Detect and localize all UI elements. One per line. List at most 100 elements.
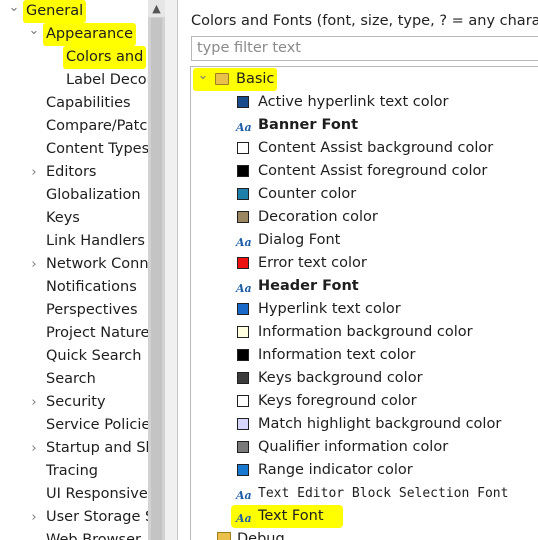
entry-label: Information background color — [258, 324, 473, 340]
entry-label: Text Editor Block Selection Font — [258, 486, 509, 501]
colors-fonts-page: Colors and Fonts (font, size, type, ? = … — [178, 0, 538, 540]
colors-fonts-tree: ⌄ Basic Active hyperlink text color Aa Banne… — [190, 66, 538, 540]
tree-item[interactable]: Compare/Patch — [46, 115, 148, 138]
tree-item[interactable]: Startup and Sh — [46, 437, 148, 460]
entry-label: Banner Font — [258, 117, 359, 133]
entry-label: Information text color — [258, 347, 416, 363]
entry-label: Keys foreground color — [258, 393, 417, 409]
entry-label: Dialog Font — [258, 232, 341, 248]
tree-item[interactable]: UI Responsiven — [46, 483, 148, 506]
color-font-entry[interactable]: Content Assist foreground color — [191, 160, 538, 183]
tree-vertical-scrollbar[interactable]: ▲ — [148, 0, 165, 540]
font-icon: Aa — [236, 512, 252, 525]
tree-item[interactable]: General — [23, 0, 87, 23]
color-font-entry[interactable]: Information background color — [191, 321, 538, 344]
entry-label: Qualifier information color — [258, 439, 449, 455]
color-swatch-icon — [237, 464, 249, 476]
color-font-entry[interactable]: Debug — [191, 528, 538, 540]
entry-label: Active hyperlink text color — [258, 94, 449, 110]
sash-area — [165, 0, 177, 540]
color-font-entry[interactable]: Counter color — [191, 183, 538, 206]
color-font-entry[interactable]: Aa Text Editor Block Selection Font — [191, 482, 538, 505]
tree-item[interactable]: Appearance — [43, 23, 137, 46]
tree-item[interactable]: Capabilities — [46, 92, 131, 115]
entry-label: Range indicator color — [258, 462, 413, 478]
color-swatch-icon — [237, 142, 249, 154]
tree-item[interactable]: Project Natures — [46, 322, 148, 345]
color-font-entry[interactable]: Hyperlink text color — [191, 298, 538, 321]
color-font-entry[interactable]: Keys foreground color — [191, 390, 538, 413]
entry-label: Debug — [237, 531, 285, 540]
color-font-entry[interactable]: Qualifier information color — [191, 436, 538, 459]
folder-palette-icon — [217, 532, 231, 540]
color-swatch-icon — [237, 441, 249, 453]
entry-label: Keys background color — [258, 370, 423, 386]
tree-item[interactable]: Web Browser — [46, 529, 141, 540]
color-font-entry[interactable]: Information text color — [191, 344, 538, 367]
entry-label: Hyperlink text color — [258, 301, 401, 317]
color-font-entry[interactable]: Aa Banner Font — [191, 114, 538, 137]
entry-label: Header Font — [258, 278, 359, 294]
filter-input[interactable]: type filter text — [191, 36, 538, 61]
chevron-right-icon[interactable]: › — [28, 506, 40, 529]
font-icon: Aa — [236, 121, 252, 134]
color-swatch-icon — [237, 188, 249, 200]
color-swatch-icon — [237, 303, 249, 315]
scroll-up-icon[interactable]: ▲ — [148, 0, 165, 17]
color-swatch-icon — [237, 257, 249, 269]
color-font-entry[interactable]: Error text color — [191, 252, 538, 275]
folder-palette-icon — [215, 73, 229, 85]
page-description: Colors and Fonts (font, size, type, ? = … — [191, 13, 538, 29]
color-font-entry[interactable]: Decoration color — [191, 206, 538, 229]
tree-item[interactable]: Tracing — [46, 460, 98, 483]
tree-item[interactable]: Notifications — [46, 276, 137, 299]
tree-item[interactable]: Quick Search — [46, 345, 141, 368]
font-icon: Aa — [236, 236, 252, 249]
color-swatch-icon — [237, 349, 249, 361]
font-icon: Aa — [236, 489, 252, 502]
chevron-right-icon[interactable]: › — [28, 161, 40, 184]
color-font-entry[interactable]: Range indicator color — [191, 459, 538, 482]
tree-item[interactable]: Colors and — [63, 46, 147, 69]
category-basic[interactable]: ⌄ Basic — [191, 68, 311, 91]
color-font-entry[interactable]: Content Assist background color — [191, 137, 538, 160]
chevron-right-icon[interactable]: › — [28, 391, 40, 414]
tree-item[interactable]: User Storage S — [46, 506, 148, 529]
entry-label: Decoration color — [258, 209, 378, 225]
tree-item[interactable]: Security — [46, 391, 106, 414]
tree-item[interactable]: Perspectives — [46, 299, 138, 322]
entry-label: Error text color — [258, 255, 367, 271]
chevron-down-icon[interactable]: ⌄ — [197, 68, 209, 84]
tree-item[interactable]: Label Decor — [66, 69, 148, 92]
tree-item[interactable]: Link Handlers — [46, 230, 145, 253]
chevron-right-icon[interactable]: › — [28, 253, 40, 276]
color-swatch-icon — [237, 211, 249, 223]
chevron-right-icon[interactable]: › — [28, 437, 40, 460]
tree-item[interactable]: Network Conn — [46, 253, 148, 276]
entry-label: Counter color — [258, 186, 357, 202]
color-font-entry[interactable]: Match highlight background color — [191, 413, 538, 436]
tree-item[interactable]: Globalization — [46, 184, 141, 207]
color-font-entry[interactable]: Active hyperlink text color — [191, 91, 538, 114]
entry-label: Match highlight background color — [258, 416, 502, 432]
entry-label: Content Assist background color — [258, 140, 494, 156]
scroll-thumb[interactable] — [151, 18, 162, 540]
font-icon: Aa — [236, 282, 252, 295]
preference-tree: ⌄ General ⌄ Appearance Colors and Label Decor… — [0, 0, 148, 540]
tree-item[interactable]: Search — [46, 368, 96, 391]
color-swatch-icon — [237, 395, 249, 407]
color-font-entry[interactable]: Keys background color — [191, 367, 538, 390]
tree-item[interactable]: Content Types — [46, 138, 148, 161]
color-font-entry[interactable]: Aa Header Font — [191, 275, 538, 298]
color-swatch-icon — [237, 326, 249, 338]
color-font-entry[interactable]: Aa Text Font — [191, 505, 538, 528]
color-font-entry[interactable]: Aa Dialog Font — [191, 229, 538, 252]
tree-item[interactable]: Keys — [46, 207, 80, 230]
tree-item[interactable]: Service Policies — [46, 414, 148, 437]
tree-item[interactable]: Editors — [46, 161, 96, 184]
chevron-down-icon[interactable]: ⌄ — [28, 23, 40, 39]
chevron-down-icon[interactable]: ⌄ — [8, 0, 20, 16]
color-swatch-icon — [237, 165, 249, 177]
entry-label: Content Assist foreground color — [258, 163, 488, 179]
color-swatch-icon — [237, 372, 249, 384]
